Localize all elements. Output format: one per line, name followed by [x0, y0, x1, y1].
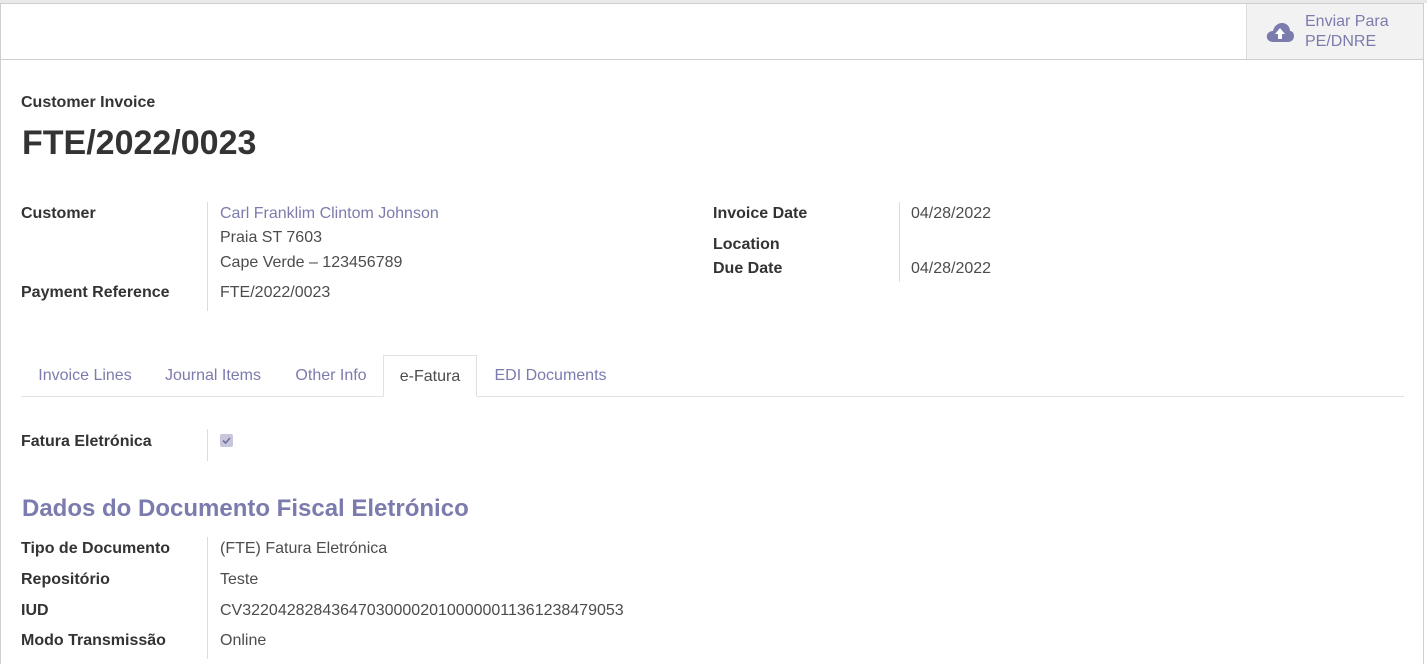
- send-edi-label: Enviar Para PE/DNRE: [1305, 12, 1389, 50]
- form-header: Enviar Para PE/DNRE: [1, 4, 1423, 60]
- tab-journal-items[interactable]: Journal Items: [149, 355, 277, 396]
- invoice-date-value: 04/28/2022: [911, 205, 992, 222]
- field-separator: [207, 429, 208, 461]
- location-label: Location: [713, 236, 780, 253]
- modo-transmissao-value: Online: [220, 632, 267, 649]
- invoice-date-label: Invoice Date: [713, 205, 808, 222]
- tab-edi-documents[interactable]: EDI Documents: [477, 355, 624, 396]
- customer-address-line2: Cape Verde – 123456789: [220, 254, 403, 271]
- payment-reference-value: FTE/2022/0023: [220, 284, 331, 301]
- payment-reference-label: Payment Reference: [21, 284, 170, 301]
- iud-label: IUD: [21, 602, 49, 619]
- section-title: Dados do Documento Fiscal Eletrónico: [22, 495, 469, 522]
- fatura-eletronica-checkbox[interactable]: [220, 434, 233, 447]
- due-date-value: 04/28/2022: [911, 260, 992, 277]
- fatura-eletronica-label: Fatura Eletrónica: [21, 433, 152, 450]
- tab-e-fatura[interactable]: e-Fatura: [383, 355, 477, 397]
- field-separator: [207, 202, 208, 311]
- tab-other-info[interactable]: Other Info: [277, 355, 385, 396]
- customer-label: Customer: [21, 205, 96, 222]
- tipo-documento-label: Tipo de Documento: [21, 540, 171, 557]
- send-edi-button[interactable]: Enviar Para PE/DNRE: [1246, 4, 1423, 59]
- field-separator: [207, 537, 208, 659]
- repositorio-value: Teste: [220, 571, 259, 588]
- checkmark-icon: [222, 437, 231, 445]
- tab-invoice-lines[interactable]: Invoice Lines: [21, 355, 149, 396]
- iud-value: CV32204282843647030000201000000113612384…: [220, 602, 624, 619]
- notebook-tabs: Invoice Lines Journal Items Other Info e…: [21, 355, 1404, 397]
- field-separator: [899, 202, 900, 282]
- cloud-upload-icon: [1266, 22, 1294, 42]
- invoice-number: FTE/2022/0023: [22, 124, 257, 162]
- invoice-type: Customer Invoice: [21, 94, 156, 111]
- customer-link[interactable]: Carl Franklim Clintom Johnson: [220, 205, 439, 223]
- customer-address-line1: Praia ST 7603: [220, 229, 322, 246]
- form-frame: [0, 3, 1424, 664]
- repositorio-label: Repositório: [21, 571, 110, 588]
- tipo-documento-value: (FTE) Fatura Eletrónica: [220, 540, 388, 557]
- due-date-label: Due Date: [713, 260, 783, 277]
- modo-transmissao-label: Modo Transmissão: [21, 632, 166, 649]
